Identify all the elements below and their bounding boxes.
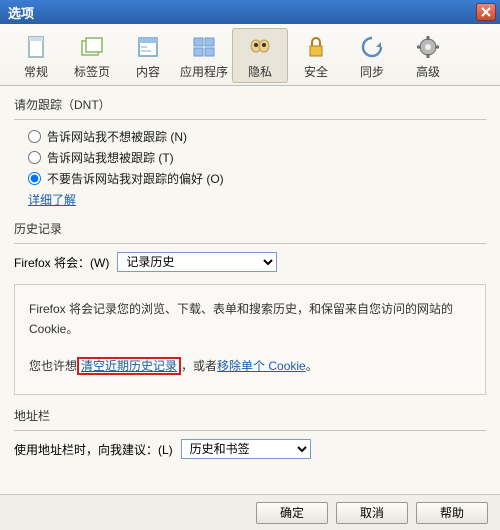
dnt-learn-more-row: 详细了解 xyxy=(28,191,486,208)
privacy-icon xyxy=(246,33,274,61)
content-icon xyxy=(134,33,162,61)
tab-applications[interactable]: 应用程序 xyxy=(176,28,232,83)
history-desc-1: Firefox 将会记录您的浏览、下载、表单和搜索历史，和保留来自您访问的网站的… xyxy=(29,299,471,340)
addressbar-title: 地址栏 xyxy=(14,407,486,424)
tab-label: 应用程序 xyxy=(180,63,228,80)
dnt-section: 请勿跟踪（DNT） 告诉网站我不想被跟踪 (N) 告诉网站我想被跟踪 (T) 不… xyxy=(14,96,486,208)
sync-icon xyxy=(358,33,386,61)
button-bar: 确定 取消 帮助 xyxy=(0,494,500,530)
dnt-option-no-track[interactable]: 告诉网站我不想被跟踪 (N) xyxy=(28,128,486,145)
tab-label: 同步 xyxy=(360,63,384,80)
dnt-option-no-pref[interactable]: 不要告诉网站我对跟踪的偏好 (O) xyxy=(28,170,486,187)
content-area: 请勿跟踪（DNT） 告诉网站我不想被跟踪 (N) 告诉网站我想被跟踪 (T) 不… xyxy=(0,86,500,494)
cancel-button[interactable]: 取消 xyxy=(336,502,408,524)
gear-icon xyxy=(414,33,442,61)
tab-privacy[interactable]: 隐私 xyxy=(232,28,288,83)
addressbar-section: 地址栏 使用地址栏时，向我建议：(L) 历史和书签 xyxy=(14,407,486,459)
history-mode-row: Firefox 将会：(W) 记录历史 xyxy=(14,252,486,272)
help-button[interactable]: 帮助 xyxy=(416,502,488,524)
close-icon xyxy=(481,7,491,17)
radio-input[interactable] xyxy=(28,130,41,143)
history-description-box: Firefox 将会记录您的浏览、下载、表单和搜索历史，和保留来自您访问的网站的… xyxy=(14,284,486,395)
tab-security[interactable]: 安全 xyxy=(288,28,344,83)
history-section: 历史记录 Firefox 将会：(W) 记录历史 Firefox 将会记录您的浏… xyxy=(14,220,486,395)
tab-sync[interactable]: 同步 xyxy=(344,28,400,83)
window-title: 选项 xyxy=(8,3,34,22)
divider xyxy=(14,243,486,244)
radio-input[interactable] xyxy=(28,151,41,164)
tab-label: 内容 xyxy=(136,63,160,80)
addressbar-suggest-select[interactable]: 历史和书签 xyxy=(181,439,311,459)
clear-history-link[interactable]: 清空近期历史记录 xyxy=(81,359,177,373)
history-title: 历史记录 xyxy=(14,220,486,237)
dnt-option-track[interactable]: 告诉网站我想被跟踪 (T) xyxy=(28,149,486,166)
tab-general[interactable]: 常规 xyxy=(8,28,64,83)
tab-tabs[interactable]: 标签页 xyxy=(64,28,120,83)
toolbar: 常规 标签页 内容 应用程序 隐私 安全 同步 高级 xyxy=(0,24,500,86)
radio-input[interactable] xyxy=(28,172,41,185)
addressbar-label: 使用地址栏时，向我建议：(L) xyxy=(14,441,173,458)
security-icon xyxy=(302,33,330,61)
divider xyxy=(14,430,486,431)
general-icon xyxy=(22,33,50,61)
history-mode-select[interactable]: 记录历史 xyxy=(117,252,277,272)
radio-label: 不要告诉网站我对跟踪的偏好 (O) xyxy=(47,170,224,187)
tab-label: 常规 xyxy=(24,63,48,80)
history-label: Firefox 将会：(W) xyxy=(14,254,109,271)
close-button[interactable] xyxy=(476,3,496,21)
titlebar: 选项 xyxy=(0,0,500,24)
tab-label: 标签页 xyxy=(74,63,110,80)
tab-advanced[interactable]: 高级 xyxy=(400,28,456,83)
addressbar-suggest-row: 使用地址栏时，向我建议：(L) 历史和书签 xyxy=(14,439,486,459)
tab-label: 隐私 xyxy=(248,63,272,80)
radio-label: 告诉网站我想被跟踪 (T) xyxy=(47,149,174,166)
divider xyxy=(14,119,486,120)
applications-icon xyxy=(190,33,218,61)
tab-label: 安全 xyxy=(304,63,328,80)
tab-content[interactable]: 内容 xyxy=(120,28,176,83)
remove-cookie-link[interactable]: 移除单个 Cookie xyxy=(217,359,306,373)
learn-more-link[interactable]: 详细了解 xyxy=(28,191,76,208)
history-desc-2: 您也许想清空近期历史记录，或者移除单个 Cookie。 xyxy=(29,356,471,376)
dnt-title: 请勿跟踪（DNT） xyxy=(14,96,486,113)
highlight-box: 清空近期历史记录 xyxy=(77,357,181,375)
radio-label: 告诉网站我不想被跟踪 (N) xyxy=(47,128,187,145)
ok-button[interactable]: 确定 xyxy=(256,502,328,524)
tab-label: 高级 xyxy=(416,63,440,80)
tabs-icon xyxy=(78,33,106,61)
